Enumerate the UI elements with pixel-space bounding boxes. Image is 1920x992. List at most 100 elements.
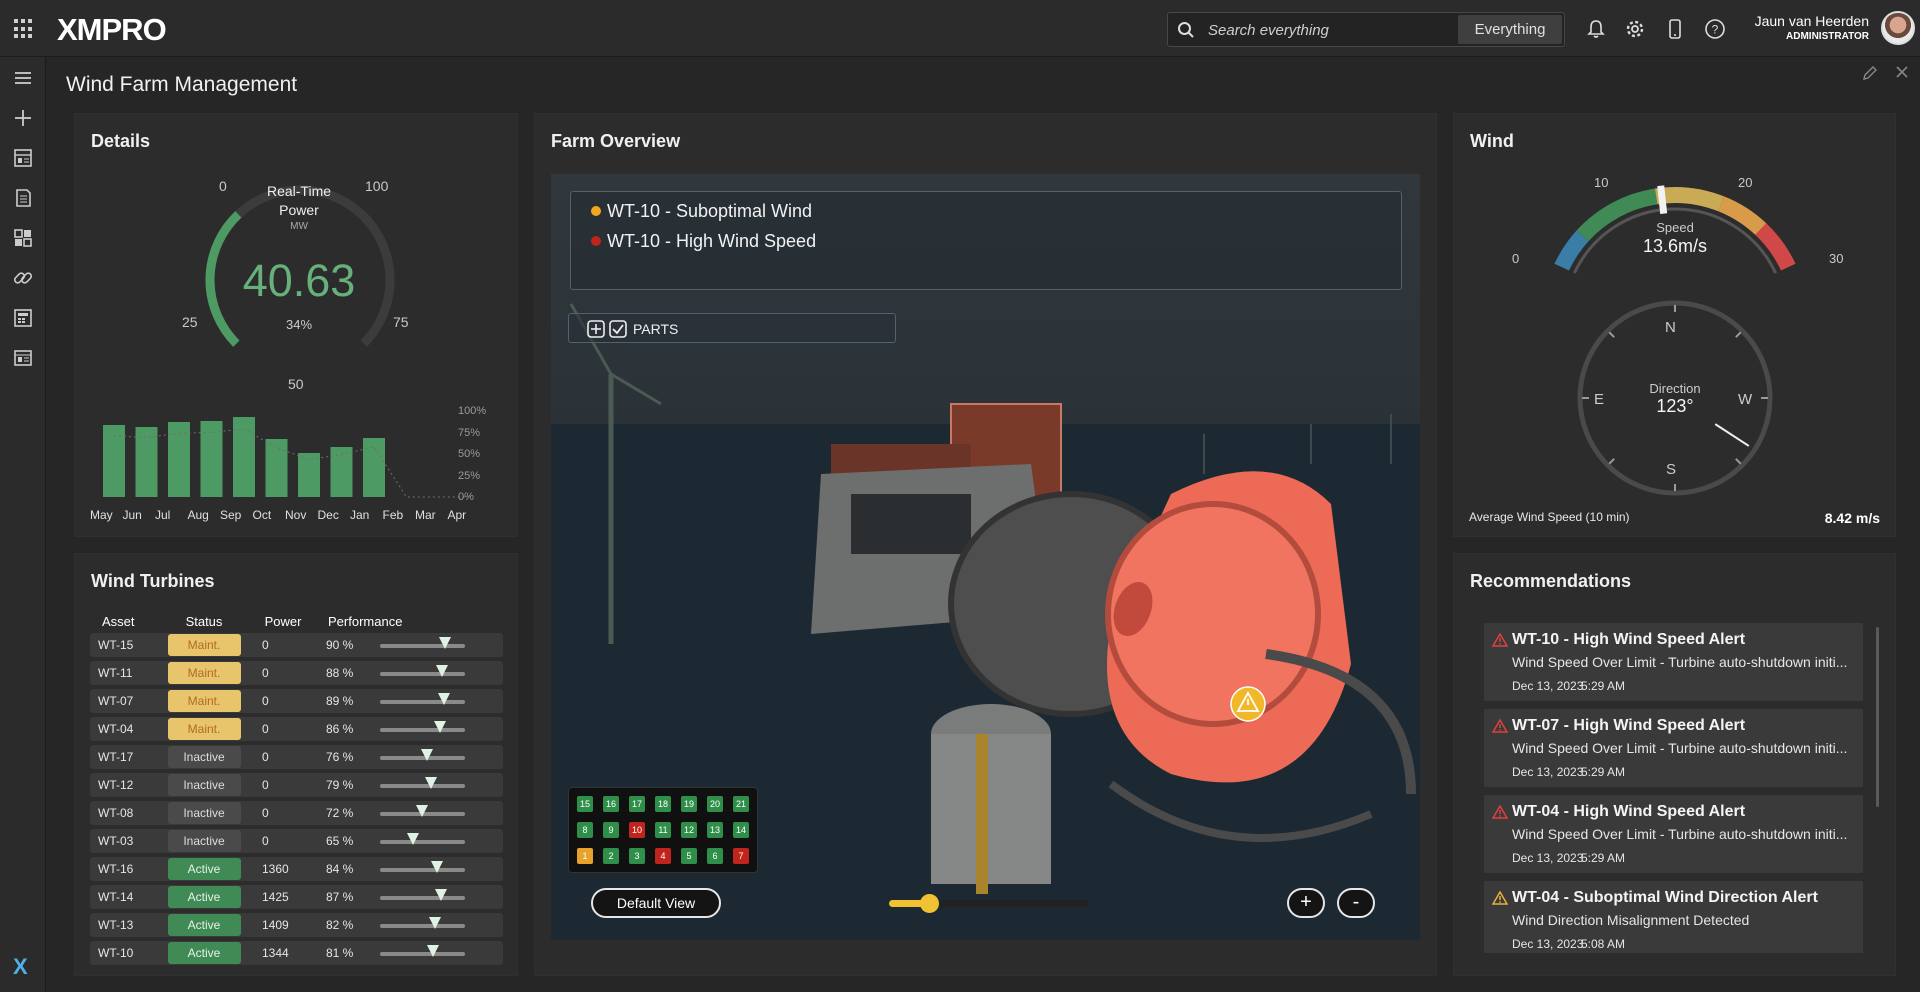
status-badge: Active <box>167 858 241 880</box>
turbine-cell[interactable]: 7 <box>733 848 749 864</box>
bar-may[interactable] <box>103 425 125 497</box>
performance-bar <box>380 692 465 705</box>
month-label: Jun <box>122 508 142 522</box>
month-label: May <box>90 508 113 522</box>
help-icon[interactable]: ? <box>1704 18 1726 40</box>
turbine-cell[interactable]: 5 <box>681 848 697 864</box>
turbine-cell[interactable]: 10 <box>629 822 645 838</box>
performance-value: 88 % <box>326 666 354 680</box>
add-icon[interactable] <box>12 107 34 129</box>
bar-oct[interactable] <box>265 439 288 497</box>
turbine-cell[interactable]: 15 <box>577 796 593 812</box>
bell-icon[interactable] <box>1585 18 1607 40</box>
turbine-cell[interactable]: 2 <box>603 848 619 864</box>
recommendation-card[interactable]: WT-04 - Suboptimal Wind Direction Alert W… <box>1484 881 1863 953</box>
gear-icon[interactable] <box>1624 18 1646 40</box>
menu-icon[interactable] <box>12 67 34 89</box>
status-cell: Maint. <box>160 661 248 685</box>
user-menu[interactable]: Jaun van Heerden ADMINISTRATOR <box>1755 13 1869 42</box>
warning-triangle-icon <box>1492 891 1508 905</box>
status-badge: Maint. <box>167 634 241 656</box>
report-icon[interactable] <box>12 347 34 369</box>
col-asset[interactable]: Asset <box>90 613 160 629</box>
turbine-cell[interactable]: 6 <box>707 848 723 864</box>
recommendation-date: Dec 13, 2023 <box>1512 765 1584 779</box>
table-row[interactable]: WT-14 Active 1425 87 % <box>90 885 503 909</box>
table-row[interactable]: WT-12 Inactive 0 79 % <box>90 773 503 797</box>
turbine-cell[interactable]: 21 <box>733 796 749 812</box>
turbine-cell[interactable]: 14 <box>733 822 749 838</box>
parts-label[interactable]: PARTS <box>633 321 678 337</box>
mobile-icon[interactable] <box>1664 18 1686 40</box>
table-row[interactable]: WT-07 Maint. 0 89 % <box>90 689 503 713</box>
turbine-cell[interactable]: 18 <box>655 796 671 812</box>
avatar[interactable] <box>1881 11 1915 45</box>
zoom-out-button[interactable]: - <box>1337 888 1375 918</box>
col-status[interactable]: Status <box>160 613 248 629</box>
col-performance[interactable]: Performance <box>318 613 503 629</box>
checkbox-icon[interactable] <box>609 320 627 338</box>
search-scope-dropdown[interactable]: Everything <box>1458 15 1562 44</box>
table-row[interactable]: WT-15 Maint. 0 90 % <box>90 633 503 657</box>
turbine-cell[interactable]: 3 <box>629 848 645 864</box>
zoom-slider-knob[interactable] <box>920 894 939 913</box>
search-bar[interactable]: Search everything Everything <box>1167 12 1565 47</box>
gauge-tick-100: 100 <box>365 178 389 194</box>
table-row[interactable]: WT-11 Maint. 0 88 % <box>90 661 503 685</box>
page-title: Wind Farm Management <box>66 73 298 96</box>
xmpro-small-logo[interactable]: X <box>13 954 28 980</box>
bar-jan[interactable] <box>363 438 385 497</box>
col-power[interactable]: Power <box>248 613 318 629</box>
default-view-button[interactable]: Default View <box>591 888 721 918</box>
performance-value: 72 % <box>326 806 354 820</box>
zoom-in-button[interactable]: + <box>1287 888 1325 918</box>
document-icon[interactable] <box>12 187 34 209</box>
expand-plus-icon[interactable] <box>587 320 605 338</box>
search-input[interactable]: Search everything <box>1208 22 1329 39</box>
recommendations-title: Recommendations <box>1470 571 1632 591</box>
table-row[interactable]: WT-10 Active 1344 81 % <box>90 941 503 965</box>
edit-icon[interactable] <box>1861 64 1879 82</box>
calculator-icon[interactable] <box>12 307 34 329</box>
3d-viewport[interactable]: WT-10 - Suboptimal Wind WT-10 - High Win… <box>551 174 1420 940</box>
turbine-cell[interactable]: 8 <box>577 822 593 838</box>
performance-cell: 88 % <box>318 661 503 685</box>
turbine-cell[interactable]: 20 <box>707 796 723 812</box>
apps-grid-icon[interactable] <box>14 19 34 39</box>
turbine-cell[interactable]: 16 <box>603 796 619 812</box>
recommendation-desc: Wind Direction Misalignment Detected <box>1512 912 1750 928</box>
turbine-cell[interactable]: 19 <box>681 796 697 812</box>
recommendation-card[interactable]: WT-07 - High Wind Speed Alert Wind Speed … <box>1484 709 1863 787</box>
table-row[interactable]: WT-04 Maint. 0 86 % <box>90 717 503 741</box>
turbine-cell[interactable]: 13 <box>707 822 723 838</box>
turbine-cell[interactable]: 17 <box>629 796 645 812</box>
link-icon[interactable] <box>12 267 34 289</box>
zoom-slider[interactable] <box>889 894 1089 913</box>
table-row[interactable]: WT-13 Active 1409 82 % <box>90 913 503 937</box>
table-row[interactable]: WT-08 Inactive 0 72 % <box>90 801 503 825</box>
xmpro-logo[interactable]: XMPRO <box>57 12 167 48</box>
bar-jun[interactable] <box>135 427 158 497</box>
turbine-cell[interactable]: 9 <box>603 822 619 838</box>
widgets-icon[interactable] <box>12 227 34 249</box>
turbine-cell[interactable]: 12 <box>681 822 697 838</box>
alert-item[interactable]: WT-10 - Suboptimal Wind <box>591 201 812 222</box>
turbine-cell[interactable]: 1 <box>577 848 593 864</box>
table-row[interactable]: WT-17 Inactive 0 76 % <box>90 745 503 769</box>
status-badge: Maint. <box>167 662 241 684</box>
parts-toolbar: PARTS <box>568 313 896 343</box>
turbine-cell[interactable]: 4 <box>655 848 671 864</box>
recommendations-scrollbar[interactable] <box>1876 627 1879 807</box>
recommendation-card[interactable]: WT-04 - High Wind Speed Alert Wind Speed … <box>1484 795 1863 873</box>
turbines-table: Asset Status Power Performance WT-15 Main… <box>90 609 503 969</box>
recommendation-card[interactable]: WT-10 - High Wind Speed Alert Wind Speed … <box>1484 623 1863 701</box>
table-row[interactable]: WT-16 Active 1360 84 % <box>90 857 503 881</box>
table-row[interactable]: WT-03 Inactive 0 65 % <box>90 829 503 853</box>
turbine-cell[interactable]: 11 <box>655 822 671 838</box>
bar-nov[interactable] <box>298 453 320 497</box>
alert-item[interactable]: WT-10 - High Wind Speed <box>591 231 816 252</box>
pct-label: 50% <box>458 448 481 460</box>
dashboard-icon[interactable] <box>12 147 34 169</box>
compass-e: E <box>1594 391 1605 408</box>
close-icon[interactable] <box>1894 64 1910 80</box>
